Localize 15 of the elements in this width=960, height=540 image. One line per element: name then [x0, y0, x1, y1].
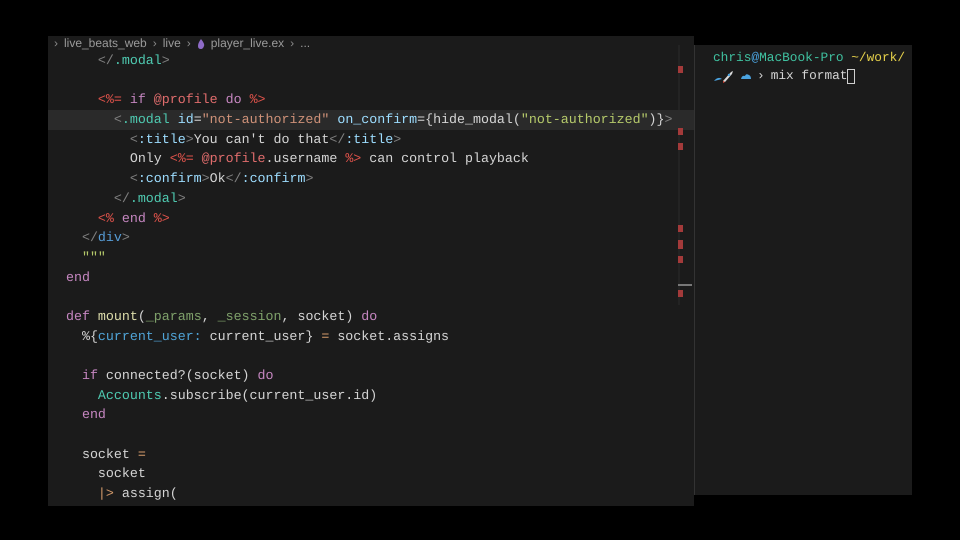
breadcrumb-item[interactable]: live_beats_web: [64, 36, 147, 51]
cloud-icon: [741, 73, 751, 79]
breadcrumb-item[interactable]: live: [162, 36, 181, 51]
prompt-text: chris@MacBook-Pro ~/work/: [713, 49, 906, 67]
prompt-chevron: ›: [757, 67, 765, 85]
command-text: mix format: [770, 67, 848, 85]
breadcrumb-item[interactable]: ...: [300, 36, 310, 51]
breadcrumb-separator: ›: [290, 36, 294, 51]
drop-icon: [196, 38, 205, 48]
breadcrumb-item[interactable]: player_live.ex: [210, 36, 284, 51]
breadcrumb-separator: ›: [54, 36, 58, 51]
breadcrumb-separator: ›: [186, 36, 191, 51]
cursor: [847, 68, 856, 84]
breadcrumb-separator: ›: [152, 36, 157, 51]
rocket-icon: [713, 69, 735, 83]
